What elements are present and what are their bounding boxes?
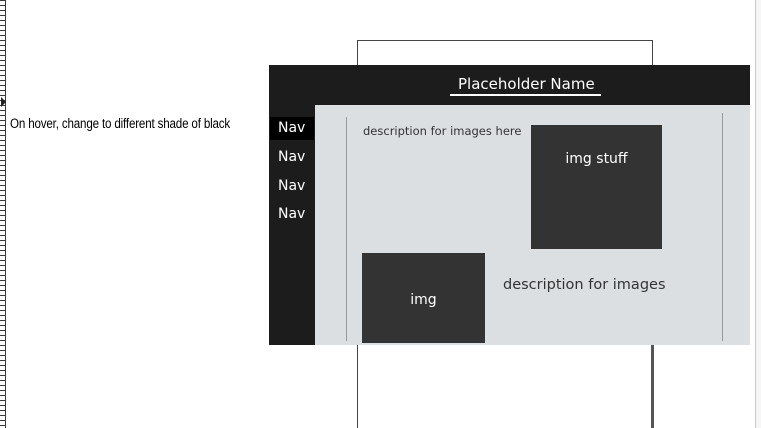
content-divider-left: [346, 117, 347, 341]
wireframe-outline-left: [357, 345, 358, 428]
image-placeholder-top-label: img stuff: [565, 151, 628, 167]
wireframe-outline-top: [357, 40, 653, 66]
site-title[interactable]: Placeholder Name: [458, 75, 595, 93]
site-title-underline: [450, 94, 601, 96]
nav-item-3[interactable]: Nav: [270, 175, 314, 198]
nav-item-2[interactable]: Nav: [270, 146, 314, 169]
image-placeholder-bottom: img: [362, 253, 485, 343]
content-divider-right: [722, 113, 723, 341]
nav-item-1[interactable]: Nav: [270, 117, 314, 140]
image-description-bottom: description for images: [503, 277, 666, 293]
nav-item-4[interactable]: Nav: [270, 203, 314, 226]
wireframe-outline-right: [651, 345, 654, 428]
image-placeholder-bottom-label: img: [410, 292, 437, 308]
vertical-ruler: [0, 0, 6, 428]
image-placeholder-top: img stuff: [531, 125, 662, 249]
image-description-top: description for images here: [363, 124, 522, 138]
ruler-marker-icon: [1, 97, 6, 107]
canvas-right-edge: [755, 0, 761, 428]
hover-annotation-note: On hover, change to different shade of b…: [10, 116, 231, 131]
